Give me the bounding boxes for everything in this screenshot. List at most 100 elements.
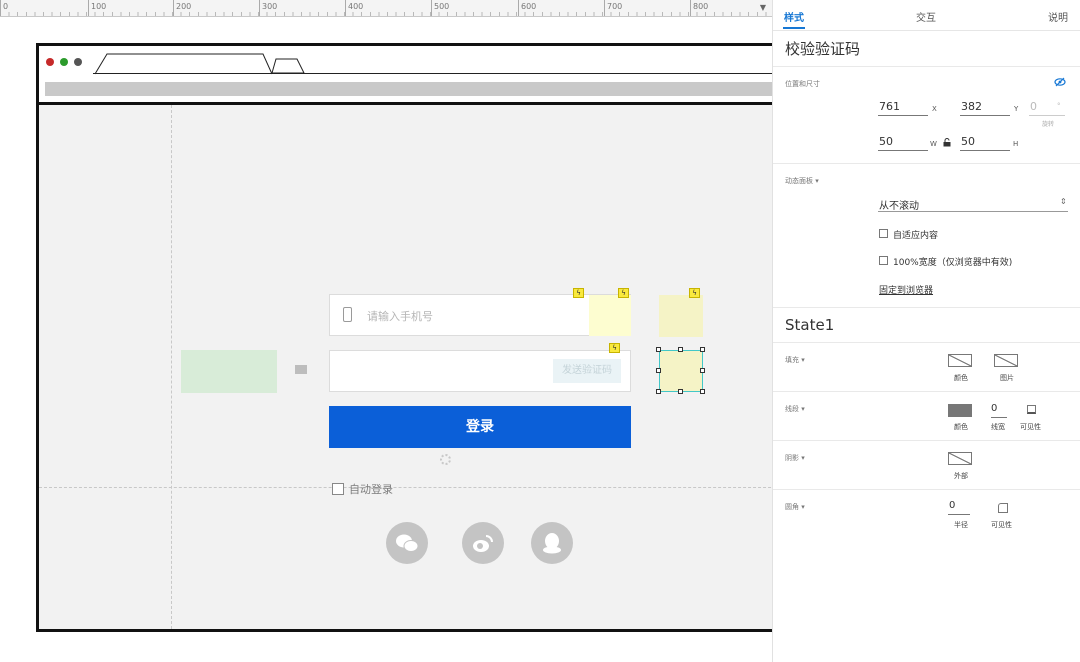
- height-field-underline: [960, 150, 1010, 151]
- verification-code-input[interactable]: 发送验证码: [329, 350, 631, 392]
- browser-toolbar: [39, 46, 772, 105]
- auto-login-option[interactable]: 自动登录: [332, 481, 393, 497]
- pin-to-browser-link[interactable]: 固定到浏览器: [879, 283, 933, 296]
- tab-notes[interactable]: 说明: [1048, 9, 1068, 24]
- tab-interactions[interactable]: 交互: [916, 9, 936, 24]
- ruler-label: 500: [434, 2, 450, 11]
- border-color-swatch[interactable]: [948, 404, 972, 417]
- fill-image-swatch[interactable]: [994, 354, 1018, 367]
- mobile-phone-icon: [343, 307, 352, 322]
- width-field[interactable]: 50: [879, 135, 893, 148]
- rotation-caption: 旋转: [1042, 121, 1055, 128]
- lightning-icon: ϟ: [618, 288, 629, 298]
- ruler-tick: [345, 0, 346, 16]
- ruler-label: 100: [91, 2, 107, 11]
- divider: [773, 163, 1080, 164]
- resize-handle[interactable]: [700, 368, 705, 373]
- qq-icon[interactable]: [531, 522, 573, 564]
- radius-field[interactable]: 0: [949, 500, 955, 511]
- ruler-label: 600: [521, 2, 537, 11]
- full-width-label: 100%宽度（仅浏览器中有效): [893, 258, 1013, 268]
- corner-radius-label[interactable]: 圆角 ▾: [785, 502, 805, 512]
- ruler-tick: [690, 0, 691, 16]
- state-name[interactable]: State1: [785, 316, 834, 334]
- x-unit: X: [932, 105, 937, 113]
- resize-handle[interactable]: [700, 347, 705, 352]
- up-down-arrow-icon[interactable]: ⇕: [1060, 197, 1067, 206]
- resize-handle[interactable]: [678, 347, 683, 352]
- border-visibility-toggle[interactable]: [1027, 405, 1036, 414]
- border-width-field[interactable]: 0: [991, 403, 997, 414]
- fit-content-checkbox[interactable]: [879, 229, 888, 238]
- fill-color-swatch[interactable]: [948, 354, 972, 367]
- rotation-field-underline: [1029, 115, 1065, 116]
- resize-handle[interactable]: [656, 347, 661, 352]
- outer-shadow-swatch[interactable]: [948, 452, 972, 465]
- ruler-tick: [173, 0, 174, 16]
- resize-handle[interactable]: [700, 389, 705, 394]
- lightning-icon: ϟ: [689, 288, 700, 298]
- y-unit: Y: [1014, 105, 1019, 113]
- ruler-label: 800: [693, 2, 709, 11]
- ruler-label: 400: [348, 2, 364, 11]
- shadow-label[interactable]: 阴影 ▾: [785, 453, 805, 463]
- corner-visibility-toggle[interactable]: [998, 503, 1008, 513]
- hotspot-placeholder[interactable]: [181, 350, 277, 393]
- full-width-checkbox[interactable]: [879, 256, 888, 265]
- ruler-label: 300: [262, 2, 278, 11]
- scroll-select[interactable]: 从不滚动: [879, 197, 919, 212]
- login-button[interactable]: 登录: [329, 406, 631, 448]
- chevron-down-icon[interactable]: ▼: [760, 3, 766, 12]
- widget-name[interactable]: 校验验证码: [785, 38, 860, 59]
- tab-baseline: [93, 73, 772, 74]
- auto-login-checkbox[interactable]: [332, 483, 344, 495]
- design-canvas[interactable]: 0 100 200 300 400 500 600 700 800 ▼ 请输入手…: [0, 0, 772, 662]
- resize-handle[interactable]: [656, 389, 661, 394]
- horizontal-ruler[interactable]: 0 100 200 300 400 500 600 700 800 ▼: [0, 0, 772, 17]
- ruler-tick: [604, 0, 605, 16]
- y-field-underline: [960, 115, 1010, 116]
- height-field[interactable]: 50: [961, 135, 975, 148]
- height-unit: H: [1013, 140, 1019, 148]
- rotation-field[interactable]: 0: [1030, 100, 1037, 113]
- divider: [773, 342, 1080, 343]
- resize-handle[interactable]: [656, 368, 661, 373]
- wechat-icon[interactable]: [386, 522, 428, 564]
- phone-input[interactable]: 请输入手机号: [329, 294, 631, 336]
- tab-style[interactable]: 样式: [784, 9, 804, 24]
- x-field[interactable]: 761: [879, 100, 900, 113]
- lock-icon[interactable]: [943, 138, 951, 147]
- verify-code-panel-selected[interactable]: [659, 350, 703, 392]
- send-code-button[interactable]: 发送验证码: [553, 359, 621, 383]
- eye-slash-icon[interactable]: [1054, 77, 1066, 87]
- position-size-label: 位置和尺寸: [785, 80, 820, 88]
- phone-placeholder: 请输入手机号: [367, 310, 433, 323]
- horizontal-guide: [39, 487, 772, 488]
- corner-visibility-caption: 可见性: [991, 521, 1012, 529]
- resize-handle[interactable]: [678, 389, 683, 394]
- divider: [773, 66, 1080, 67]
- border-color-caption: 颜色: [954, 423, 968, 431]
- envelope-icon: [295, 365, 307, 374]
- border-label[interactable]: 线段 ▾: [785, 404, 805, 414]
- active-tab-indicator: [783, 27, 805, 29]
- weibo-icon[interactable]: [462, 522, 504, 564]
- border-width-caption: 线宽: [991, 423, 1005, 431]
- divider: [773, 489, 1080, 490]
- ruler-tick: [0, 0, 1, 16]
- fill-label[interactable]: 填充 ▾: [785, 355, 805, 365]
- close-dot-icon: [46, 58, 54, 66]
- divider: [773, 391, 1080, 392]
- auto-login-label: 自动登录: [349, 483, 393, 496]
- browser-frame-mockup[interactable]: 请输入手机号 ϟ ϟ ϟ 发送验证码 ϟ ϟ 登录 自动登录: [36, 43, 772, 632]
- y-field[interactable]: 382: [961, 100, 982, 113]
- rotation-unit: °: [1057, 102, 1061, 110]
- scroll-select-underline: [878, 211, 1068, 212]
- validation-panel[interactable]: [659, 295, 703, 337]
- dynamic-panel-label[interactable]: 动态面板 ▾: [785, 176, 819, 186]
- ruler-label: 200: [176, 2, 192, 11]
- validation-panel[interactable]: [589, 295, 631, 336]
- loading-spinner-icon: [440, 454, 451, 465]
- fill-image-caption: 图片: [1000, 374, 1014, 382]
- address-bar: [45, 82, 772, 96]
